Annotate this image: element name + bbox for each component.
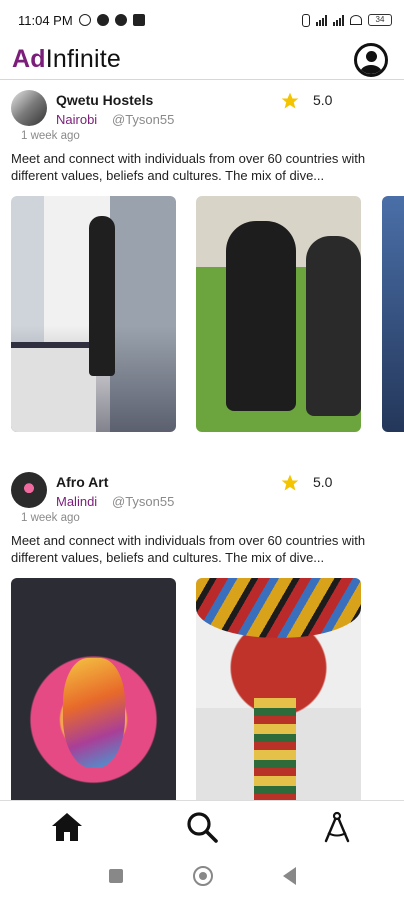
star-icon [281,92,299,109]
gallery-photo[interactable] [196,196,361,432]
home-system-button[interactable] [192,866,213,886]
status-bar: 11:04 PM 34 [0,0,404,40]
post-gallery[interactable] [0,196,404,434]
avatar[interactable] [11,90,47,126]
post-gallery[interactable] [0,578,404,816]
app-title-prefix: Ad [12,45,46,73]
bottom-navigation [0,800,404,852]
post-description: Meet and connect with individuals from o… [11,151,366,183]
post-card[interactable]: Qwetu Hostels 5.0 Nairobi @Tyson55 1 wee… [0,84,404,432]
account-head [365,50,377,62]
gallery-photo[interactable] [11,578,176,814]
post-handle[interactable]: @Tyson55 [112,112,174,127]
status-time: 11:04 PM [18,12,73,28]
twitter-icon [114,14,127,26]
search-icon [187,811,218,843]
photo-bandana [196,578,361,638]
nav-tools-button[interactable] [307,805,367,849]
nav-home-button[interactable] [37,805,97,849]
message-icon [132,14,145,26]
bluetooth-icon [302,13,310,27]
status-left: 11:04 PM [18,13,145,28]
account-body [360,64,382,74]
post-header: Qwetu Hostels 5.0 Nairobi @Tyson55 1 wee… [0,84,404,142]
post-card[interactable]: Afro Art 5.0 Malindi @Tyson55 1 week ago… [0,466,404,814]
photo-bed [11,342,96,432]
post-time: 1 week ago [21,130,80,142]
gallery-photo[interactable] [196,578,361,814]
wifi-icon [350,15,362,25]
post-title[interactable]: Afro Art [56,474,108,490]
status-right: 34 [302,13,392,27]
gallery-photo[interactable] [382,196,404,432]
compass-icon [324,811,349,842]
home-icon [52,812,83,841]
alarm-icon [78,14,91,26]
photo-neck [254,698,296,814]
system-navigation [0,852,404,900]
avatar[interactable] [11,472,47,508]
account-icon[interactable] [354,42,388,77]
battery-level: 34 [375,15,385,24]
post-location: Malindi [56,494,98,509]
post-handle[interactable]: @Tyson55 [112,494,174,509]
notification-icon [96,14,109,26]
post-description: Meet and connect with individuals from o… [11,533,366,565]
gallery-photo[interactable] [11,196,176,432]
photo-person [306,236,361,416]
post-time: 1 week ago [21,512,80,524]
post-title[interactable]: Qwetu Hostels [56,92,153,108]
photo-face [63,658,125,768]
signal-icon [316,14,327,26]
post-header: Afro Art 5.0 Malindi @Tyson55 1 week ago [0,466,404,524]
post-rating: 5.0 [313,474,333,490]
photo-person [226,221,296,411]
star-icon [281,474,299,491]
back-button[interactable] [282,867,296,885]
photo-person [89,216,115,376]
signal-2-icon [333,14,344,26]
nav-search-button[interactable] [172,805,232,849]
post-rating: 5.0 [313,92,333,108]
battery-icon: 34 [368,14,392,26]
post-location: Nairobi [56,112,98,127]
app-bar: AdInfinite [0,40,404,80]
recents-button[interactable] [108,869,123,883]
app-logo: AdInfinite [12,45,121,74]
app-title-suffix: Infinite [45,45,121,73]
